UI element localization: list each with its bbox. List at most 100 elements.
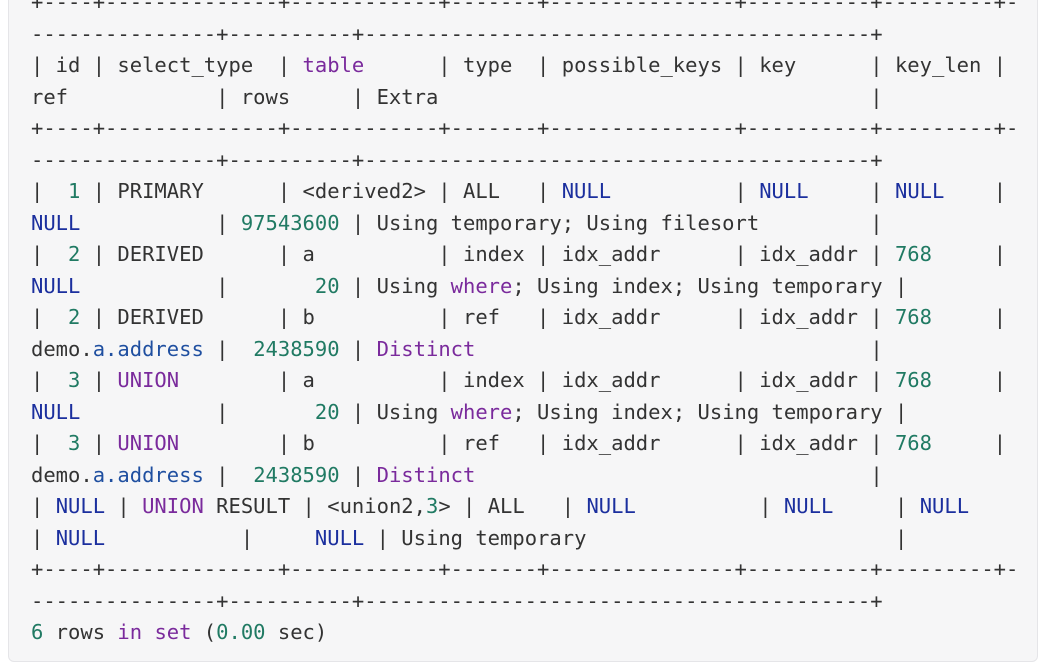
code-token: NULL xyxy=(31,273,81,298)
code-token: 20 xyxy=(314,399,340,424)
code-token: | xyxy=(635,494,784,518)
code-token: | xyxy=(932,431,1007,455)
code-token: | xyxy=(80,368,118,392)
code-token: | xyxy=(475,336,883,361)
code-token: 20 xyxy=(314,273,340,298)
code-token: NULL xyxy=(55,494,106,518)
code-token: NULL xyxy=(783,494,834,518)
code-line: | NULL | NULL | Using temporary | xyxy=(31,523,1018,555)
code-token: NULL xyxy=(586,494,636,518)
code-token: 3 xyxy=(68,368,81,392)
code-line: +----+--------------+------------+------… xyxy=(31,113,1018,145)
code-line: +----+--------------+------------+------… xyxy=(31,0,1018,19)
code-token: where xyxy=(450,273,513,298)
code-line: | NULL | UNION RESULT | <union2,3> | ALL… xyxy=(31,491,1018,523)
code-token: | xyxy=(31,242,69,266)
code-token: a.address xyxy=(92,462,204,487)
code-token: NULL xyxy=(31,399,81,424)
code-token: | xyxy=(611,179,760,203)
code-token: demo. xyxy=(31,336,93,361)
code-token: | xyxy=(932,368,1007,392)
code-token: 3 xyxy=(425,494,439,518)
code-token: | xyxy=(339,462,377,487)
code-token: 768 xyxy=(894,305,932,329)
code-token: Distinct xyxy=(376,462,476,487)
code-token: 6 xyxy=(31,620,44,644)
code-token: | xyxy=(31,368,69,392)
code-token: in xyxy=(117,620,143,644)
code-token: | xyxy=(31,431,69,455)
code-token: UNION xyxy=(117,368,180,392)
code-block: +----+--------------+------------+------… xyxy=(8,0,1038,662)
code-line: NULL | 20 | Using where; Using index; Us… xyxy=(31,397,1018,429)
code-line: | id | select_type | table | type | poss… xyxy=(31,50,1018,82)
code-line: ---------------+----------+-------------… xyxy=(31,145,1018,177)
code-token: UNION xyxy=(117,431,180,455)
code-line: +----+--------------+------------+------… xyxy=(31,554,1018,586)
code-token: | xyxy=(833,494,920,518)
code-token: | Using xyxy=(339,399,451,424)
code-token: ref | rows | Extra | xyxy=(31,84,883,109)
code-token: 2 xyxy=(68,305,81,329)
code-line: ---------------+----------+-------------… xyxy=(31,586,1018,618)
code-token: NULL xyxy=(314,525,365,550)
code-token: NULL xyxy=(919,494,970,518)
code-line: | 3 | UNION | b | ref | idx_addr | idx_a… xyxy=(31,428,1018,460)
code-token: NULL xyxy=(55,525,106,550)
code-token: a.address xyxy=(92,336,204,361)
code-token: | xyxy=(475,462,883,487)
code-line: demo.a.address | 2438590 | Distinct | xyxy=(31,460,1018,492)
code-line: ---------------+----------+-------------… xyxy=(31,19,1018,51)
code-line: | 2 | DERIVED | b | ref | idx_addr | idx… xyxy=(31,302,1018,334)
code-token: | xyxy=(105,494,143,518)
code-token: ---------------+----------+-------------… xyxy=(31,147,883,172)
code-token: | xyxy=(31,179,69,203)
code-token: 0.00 xyxy=(216,620,266,644)
code-token: 768 xyxy=(894,368,932,392)
code-token: | Using xyxy=(339,273,451,298)
sql-explain-output: +----+--------------+------------+------… xyxy=(31,0,1018,649)
code-token: 3 xyxy=(68,431,81,455)
code-token: 1 xyxy=(68,179,81,203)
code-token: ( xyxy=(191,620,217,644)
code-token: | Using temporary; Using filesort | xyxy=(339,210,883,235)
code-token: | xyxy=(203,462,254,487)
code-token: NULL xyxy=(894,179,945,203)
code-token: > | ALL | xyxy=(438,494,587,518)
code-line: | 3 | UNION | a | index | idx_addr | idx… xyxy=(31,365,1018,397)
code-token: | xyxy=(80,399,315,424)
code-line: NULL | 97543600 | Using temporary; Using… xyxy=(31,208,1018,240)
code-token: 768 xyxy=(894,431,932,455)
code-line: ref | rows | Extra | xyxy=(31,82,1018,114)
code-token: +----+--------------+------------+------… xyxy=(31,557,1019,581)
code-token: 97543600 xyxy=(240,210,340,235)
code-token: | xyxy=(339,336,377,361)
code-line: | 1 | PRIMARY | <derived2> | ALL | NULL … xyxy=(31,176,1018,208)
code-token: | xyxy=(105,525,315,550)
code-token: NULL xyxy=(561,179,612,203)
code-token: | a | index | idx_addr | idx_addr | xyxy=(179,368,895,392)
code-token: | xyxy=(931,305,1007,329)
code-token: | DERIVED | a | index | idx_addr | idx_a… xyxy=(80,242,895,266)
code-token: | xyxy=(31,525,56,550)
code-token: demo. xyxy=(31,462,93,487)
code-token: Distinct xyxy=(376,336,476,361)
code-token: sec) xyxy=(265,620,328,644)
code-token: set xyxy=(154,620,192,644)
code-line: | 2 | DERIVED | a | index | idx_addr | i… xyxy=(31,239,1018,271)
code-line: NULL | 20 | Using where; Using index; Us… xyxy=(31,271,1018,303)
code-token: 2 xyxy=(68,242,81,266)
code-token: | id | select_type | xyxy=(31,53,303,77)
code-token: ---------------+----------+-------------… xyxy=(31,588,883,613)
code-token: NULL xyxy=(31,210,81,235)
code-token: rows xyxy=(43,620,118,644)
code-line: 6 rows in set (0.00 sec) xyxy=(31,617,1018,649)
code-token: | type | possible_keys | key | key_len | xyxy=(364,53,1007,77)
code-token: +----+--------------+------------+------… xyxy=(31,0,1019,14)
code-token: ; Using index; Using temporary | xyxy=(512,273,908,298)
code-token: where xyxy=(450,399,513,424)
code-token: | DERIVED | b | ref | idx_addr | idx_add… xyxy=(80,305,895,329)
code-token: | xyxy=(80,431,118,455)
code-token: | Using temporary | xyxy=(364,525,908,550)
